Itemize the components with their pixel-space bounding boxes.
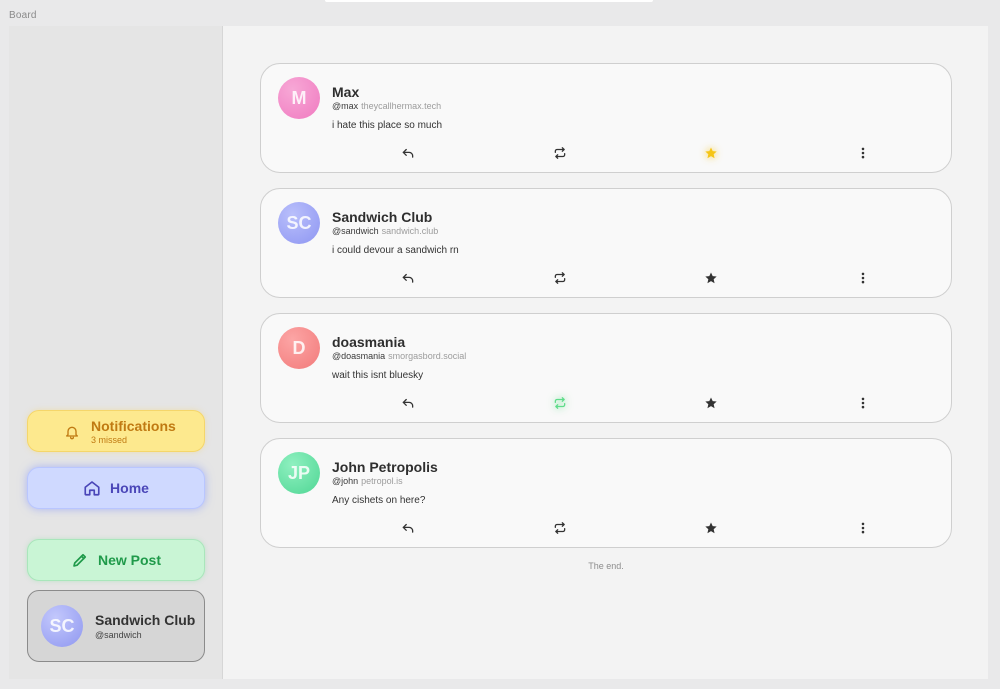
post-author-handle: @sandwich xyxy=(332,226,379,236)
feed: M Max @max theycallhermax.tech i hate thi… xyxy=(260,63,952,548)
more-vertical-icon xyxy=(861,272,865,284)
boost-button[interactable] xyxy=(552,520,568,536)
star-icon xyxy=(705,147,717,159)
more-options-button[interactable] xyxy=(855,145,871,161)
sidebar: Notifications 3 missed Home New Post SC … xyxy=(9,26,223,679)
home-label: Home xyxy=(110,480,149,496)
more-vertical-icon xyxy=(861,397,865,409)
reply-button[interactable] xyxy=(400,520,416,536)
title-bar-strip xyxy=(325,0,653,2)
reply-icon xyxy=(402,273,414,283)
notifications-text: Notifications 3 missed xyxy=(91,418,176,445)
favorite-button[interactable] xyxy=(703,270,719,286)
reply-button[interactable] xyxy=(400,395,416,411)
post-content: i could devour a sandwich rn xyxy=(332,245,459,256)
post-author-name: Max xyxy=(332,84,360,100)
avatar: JP xyxy=(278,452,320,494)
reply-icon xyxy=(402,523,414,533)
window-title: Board xyxy=(9,10,37,21)
boost-icon xyxy=(554,397,566,409)
profile-name: Sandwich Club xyxy=(95,612,196,628)
post-card[interactable]: M Max @max theycallhermax.tech i hate thi… xyxy=(260,63,952,173)
more-options-button[interactable] xyxy=(855,395,871,411)
boost-icon xyxy=(554,147,566,159)
post-card[interactable]: D doasmania @doasmania smorgasbord.social… xyxy=(260,313,952,423)
post-author-handle: @max xyxy=(332,101,359,111)
more-vertical-icon xyxy=(861,147,865,159)
profile-handle: @sandwich xyxy=(95,630,142,640)
new-post-button[interactable]: New Post xyxy=(27,539,205,581)
post-author-domain: petropol.is xyxy=(361,476,403,486)
app-window: Notifications 3 missed Home New Post SC … xyxy=(9,26,988,679)
favorite-button[interactable] xyxy=(703,395,719,411)
reply-icon xyxy=(402,398,414,408)
star-icon xyxy=(705,397,717,409)
favorite-button[interactable] xyxy=(703,520,719,536)
avatar: D xyxy=(278,327,320,369)
reply-icon xyxy=(402,148,414,158)
avatar: M xyxy=(278,77,320,119)
profile-text: Sandwich Club @sandwich xyxy=(95,612,195,640)
feed-end-text: The end. xyxy=(588,561,624,571)
more-vertical-icon xyxy=(861,522,865,534)
boost-button[interactable] xyxy=(552,395,568,411)
boost-button[interactable] xyxy=(552,270,568,286)
boost-button[interactable] xyxy=(552,145,568,161)
post-actions xyxy=(261,520,951,536)
post-author-domain: theycallhermax.tech xyxy=(361,101,442,111)
star-icon xyxy=(705,522,717,534)
post-author-name: Sandwich Club xyxy=(332,209,433,225)
post-card[interactable]: SC Sandwich Club @sandwich sandwich.club … xyxy=(260,188,952,298)
avatar: SC xyxy=(41,605,83,647)
timeline: M Max @max theycallhermax.tech i hate thi… xyxy=(223,26,988,679)
avatar: SC xyxy=(278,202,320,244)
post-handle-line: @max theycallhermax.tech xyxy=(332,101,441,111)
home-button[interactable]: Home xyxy=(27,467,205,509)
post-card[interactable]: JP John Petropolis @john petropol.is Any … xyxy=(260,438,952,548)
post-handle-line: @john petropol.is xyxy=(332,476,403,486)
more-options-button[interactable] xyxy=(855,520,871,536)
notifications-missed-count: 3 missed xyxy=(91,434,128,445)
post-content: i hate this place so much xyxy=(332,120,443,131)
post-actions xyxy=(261,270,951,286)
star-icon xyxy=(705,272,717,284)
post-handle-line: @sandwich sandwich.club xyxy=(332,226,438,236)
favorite-button[interactable] xyxy=(703,145,719,161)
post-author-domain: sandwich.club xyxy=(381,226,439,236)
post-author-handle: @john xyxy=(332,476,359,486)
post-author-name: John Petropolis xyxy=(332,459,438,475)
notifications-button[interactable]: Notifications 3 missed xyxy=(27,410,205,452)
post-actions xyxy=(261,395,951,411)
post-content: Any cishets on here? xyxy=(332,495,426,506)
post-author-handle: @doasmania xyxy=(332,351,386,361)
boost-icon xyxy=(554,522,566,534)
bell-icon xyxy=(64,423,80,441)
notifications-label: Notifications xyxy=(91,417,176,434)
post-author-domain: smorgasbord.social xyxy=(388,351,467,361)
home-icon xyxy=(83,479,101,497)
more-options-button[interactable] xyxy=(855,270,871,286)
post-content: wait this isnt bluesky xyxy=(332,370,424,381)
reply-button[interactable] xyxy=(400,145,416,161)
new-post-label: New Post xyxy=(97,552,161,568)
reply-button[interactable] xyxy=(400,270,416,286)
post-handle-line: @doasmania smorgasbord.social xyxy=(332,351,466,361)
post-actions xyxy=(261,145,951,161)
post-author-name: doasmania xyxy=(332,334,406,350)
profile-card[interactable]: SC Sandwich Club @sandwich xyxy=(27,590,205,662)
boost-icon xyxy=(554,272,566,284)
pencil-icon xyxy=(71,551,89,569)
